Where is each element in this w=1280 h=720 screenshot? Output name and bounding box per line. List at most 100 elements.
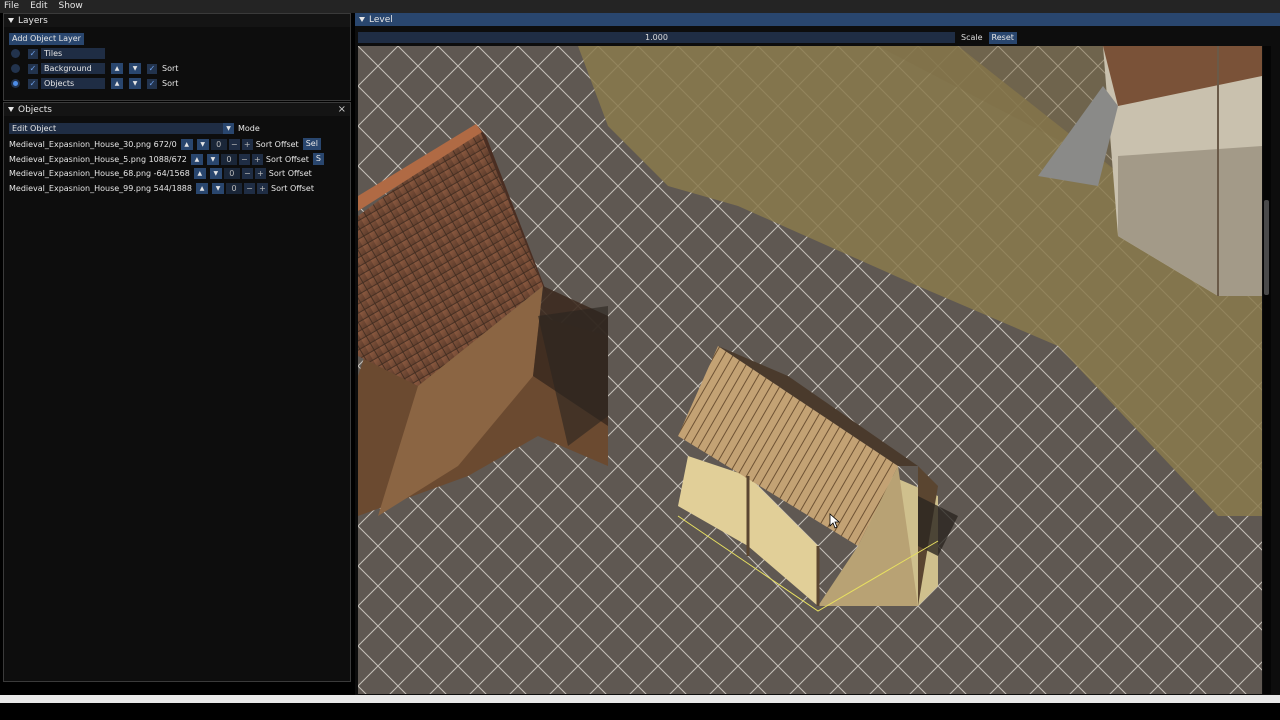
check-icon: ✓ bbox=[148, 78, 156, 88]
arrow-up-icon: ▲ bbox=[194, 155, 200, 163]
layer-name-field[interactable]: Tiles bbox=[41, 48, 105, 59]
sort-offset-label: Sort Offset bbox=[265, 154, 309, 164]
mode-value: Edit Object bbox=[12, 124, 57, 133]
move-down-button[interactable]: ▼ bbox=[129, 63, 141, 74]
level-canvas[interactable] bbox=[358, 46, 1262, 694]
object-name: Medieval_Expasnion_House_30.png 672/0 bbox=[9, 139, 177, 149]
scale-controls: 1.000 Scale Reset bbox=[358, 31, 1262, 44]
arrow-down-icon: ▼ bbox=[210, 155, 216, 163]
sort-label: Sort bbox=[162, 64, 179, 73]
increment-button[interactable]: + bbox=[254, 168, 266, 179]
mode-dropdown[interactable]: Edit Object ▼ bbox=[9, 123, 234, 134]
collapse-triangle-icon[interactable] bbox=[8, 18, 14, 23]
decrement-button[interactable]: − bbox=[238, 153, 250, 165]
scale-slider[interactable]: 1.000 bbox=[358, 32, 955, 43]
plus-icon: + bbox=[256, 169, 264, 178]
objects-titlebar[interactable]: Objects × bbox=[4, 103, 350, 116]
arrow-up-icon: ▲ bbox=[197, 170, 203, 177]
check-icon: ✓ bbox=[29, 63, 37, 73]
arrow-down-icon: ▼ bbox=[215, 185, 221, 192]
move-up-button[interactable]: ▲ bbox=[180, 138, 193, 150]
select-button[interactable]: S bbox=[312, 153, 324, 165]
object-row: Medieval_Expasnion_House_30.png 672/0 ▲ … bbox=[9, 138, 321, 150]
layer-name-field[interactable]: Background bbox=[41, 63, 105, 74]
layer-row-tiles: ✓ Tiles bbox=[11, 48, 105, 59]
scrollbar-thumb[interactable] bbox=[1264, 200, 1269, 295]
sort-offset-field[interactable]: 0 bbox=[223, 168, 240, 179]
mode-label: Mode bbox=[238, 124, 260, 133]
menu-file[interactable]: File bbox=[4, 0, 19, 13]
move-up-button[interactable]: ▲ bbox=[190, 153, 203, 165]
close-icon[interactable]: × bbox=[338, 104, 346, 115]
objects-title: Objects bbox=[18, 104, 53, 115]
move-up-button[interactable]: ▲ bbox=[196, 183, 208, 194]
move-down-button[interactable]: ▼ bbox=[206, 153, 219, 165]
move-up-button[interactable]: ▲ bbox=[111, 78, 123, 89]
move-down-button[interactable]: ▼ bbox=[209, 168, 222, 179]
collapse-triangle-icon[interactable] bbox=[359, 17, 365, 22]
plus-icon: + bbox=[254, 154, 261, 164]
plus-icon: + bbox=[259, 184, 266, 193]
object-name: Medieval_Expasnion_House_68.png -64/1568 bbox=[9, 169, 190, 178]
collapse-triangle-icon[interactable] bbox=[8, 107, 14, 112]
move-down-button[interactable]: ▼ bbox=[196, 138, 209, 150]
layers-titlebar[interactable]: Layers bbox=[4, 14, 350, 27]
layer-name-field[interactable]: Objects bbox=[41, 78, 105, 89]
menu-show[interactable]: Show bbox=[59, 0, 83, 13]
move-up-button[interactable]: ▲ bbox=[193, 168, 206, 179]
menu-bar: File Edit Show bbox=[0, 0, 1280, 13]
layers-title: Layers bbox=[18, 15, 48, 26]
increment-button[interactable]: + bbox=[251, 153, 263, 165]
increment-button[interactable]: + bbox=[257, 183, 268, 194]
increment-button[interactable]: + bbox=[241, 138, 253, 150]
layer-select-radio[interactable] bbox=[11, 49, 20, 58]
layer-visible-checkbox[interactable]: ✓ bbox=[28, 63, 38, 74]
sort-offset-field[interactable]: 0 bbox=[226, 183, 242, 194]
arrow-down-icon: ▼ bbox=[132, 80, 138, 87]
move-up-button[interactable]: ▲ bbox=[111, 63, 123, 74]
arrow-up-icon: ▲ bbox=[184, 140, 190, 148]
minus-icon: − bbox=[230, 139, 238, 149]
chevron-down-icon[interactable]: ▼ bbox=[223, 123, 234, 134]
viewport-scrollbar[interactable] bbox=[1263, 46, 1271, 694]
layers-panel: Layers Add Object Layer ✓ Tiles ✓ Backgr… bbox=[3, 13, 351, 101]
sort-checkbox[interactable]: ✓ bbox=[147, 63, 157, 74]
menu-edit[interactable]: Edit bbox=[30, 0, 47, 13]
arrow-up-icon: ▲ bbox=[114, 65, 120, 72]
decrement-button[interactable]: − bbox=[244, 183, 255, 194]
check-icon: ✓ bbox=[29, 78, 37, 88]
sort-offset-label: Sort Offset bbox=[268, 169, 312, 178]
sort-offset-label: Sort Offset bbox=[271, 184, 314, 193]
sort-checkbox[interactable]: ✓ bbox=[147, 78, 157, 89]
status-strip bbox=[0, 695, 1280, 703]
select-button[interactable]: Sel bbox=[302, 138, 321, 150]
bottom-bar bbox=[0, 703, 1280, 720]
arrow-down-icon: ▼ bbox=[132, 65, 138, 72]
minus-icon: − bbox=[246, 184, 253, 193]
layer-row-objects: ✓ Objects ▲ ▼ ✓ Sort bbox=[11, 78, 178, 89]
decrement-button[interactable]: − bbox=[228, 138, 240, 150]
layer-visible-checkbox[interactable]: ✓ bbox=[28, 48, 38, 59]
layer-visible-checkbox[interactable]: ✓ bbox=[28, 78, 38, 89]
object-row: Medieval_Expasnion_House_68.png -64/1568… bbox=[9, 168, 312, 179]
decrement-button[interactable]: − bbox=[241, 168, 253, 179]
object-name: Medieval_Expasnion_House_99.png 544/1888 bbox=[9, 184, 192, 193]
object-name: Medieval_Expasnion_House_5.png 1088/672 bbox=[9, 154, 187, 164]
plus-icon: + bbox=[243, 139, 251, 149]
move-down-button[interactable]: ▼ bbox=[129, 78, 141, 89]
reset-button[interactable]: Reset bbox=[988, 31, 1017, 44]
add-object-layer-button[interactable]: Add Object Layer bbox=[9, 33, 84, 45]
level-title: Level bbox=[369, 14, 393, 25]
object-row: Medieval_Expasnion_House_5.png 1088/672 … bbox=[9, 153, 324, 165]
move-down-button[interactable]: ▼ bbox=[212, 183, 224, 194]
minus-icon: − bbox=[241, 154, 248, 164]
arrow-up-icon: ▲ bbox=[199, 185, 205, 192]
sort-offset-field[interactable]: 0 bbox=[220, 153, 237, 165]
layer-select-radio[interactable] bbox=[11, 64, 20, 73]
level-viewport[interactable] bbox=[358, 46, 1262, 694]
sort-offset-field[interactable]: 0 bbox=[210, 138, 227, 150]
arrow-down-icon: ▼ bbox=[200, 140, 206, 148]
level-titlebar[interactable]: Level bbox=[355, 13, 1280, 26]
layer-select-radio[interactable] bbox=[11, 79, 20, 88]
layer-row-background: ✓ Background ▲ ▼ ✓ Sort bbox=[11, 63, 178, 74]
